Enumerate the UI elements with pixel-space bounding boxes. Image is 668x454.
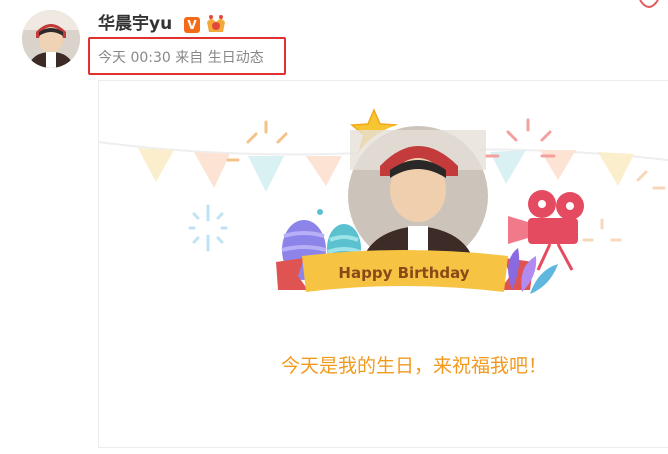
ribbon-text: Happy Birthday: [338, 264, 469, 282]
avatar[interactable]: [22, 10, 80, 68]
user-name[interactable]: 华晨宇yu: [98, 13, 172, 35]
corner-decoration-icon: [639, 0, 659, 8]
member-crown-icon[interactable]: [205, 14, 227, 34]
verified-icon: V: [184, 17, 200, 33]
birthday-illustration: Happy Birthday: [98, 108, 668, 294]
birthday-message: 今天是我的生日，来祝福我吧！: [280, 355, 547, 377]
sparkle-icon: [188, 204, 228, 252]
birthday-ribbon: Happy Birthday: [276, 250, 534, 292]
avatar-photo: [22, 10, 80, 68]
camera-icon: [508, 190, 584, 271]
birthday-photo: [344, 122, 492, 270]
post-meta[interactable]: 今天 00:30 来自 生日动态: [98, 49, 264, 67]
sparkle-icon: [582, 170, 666, 242]
